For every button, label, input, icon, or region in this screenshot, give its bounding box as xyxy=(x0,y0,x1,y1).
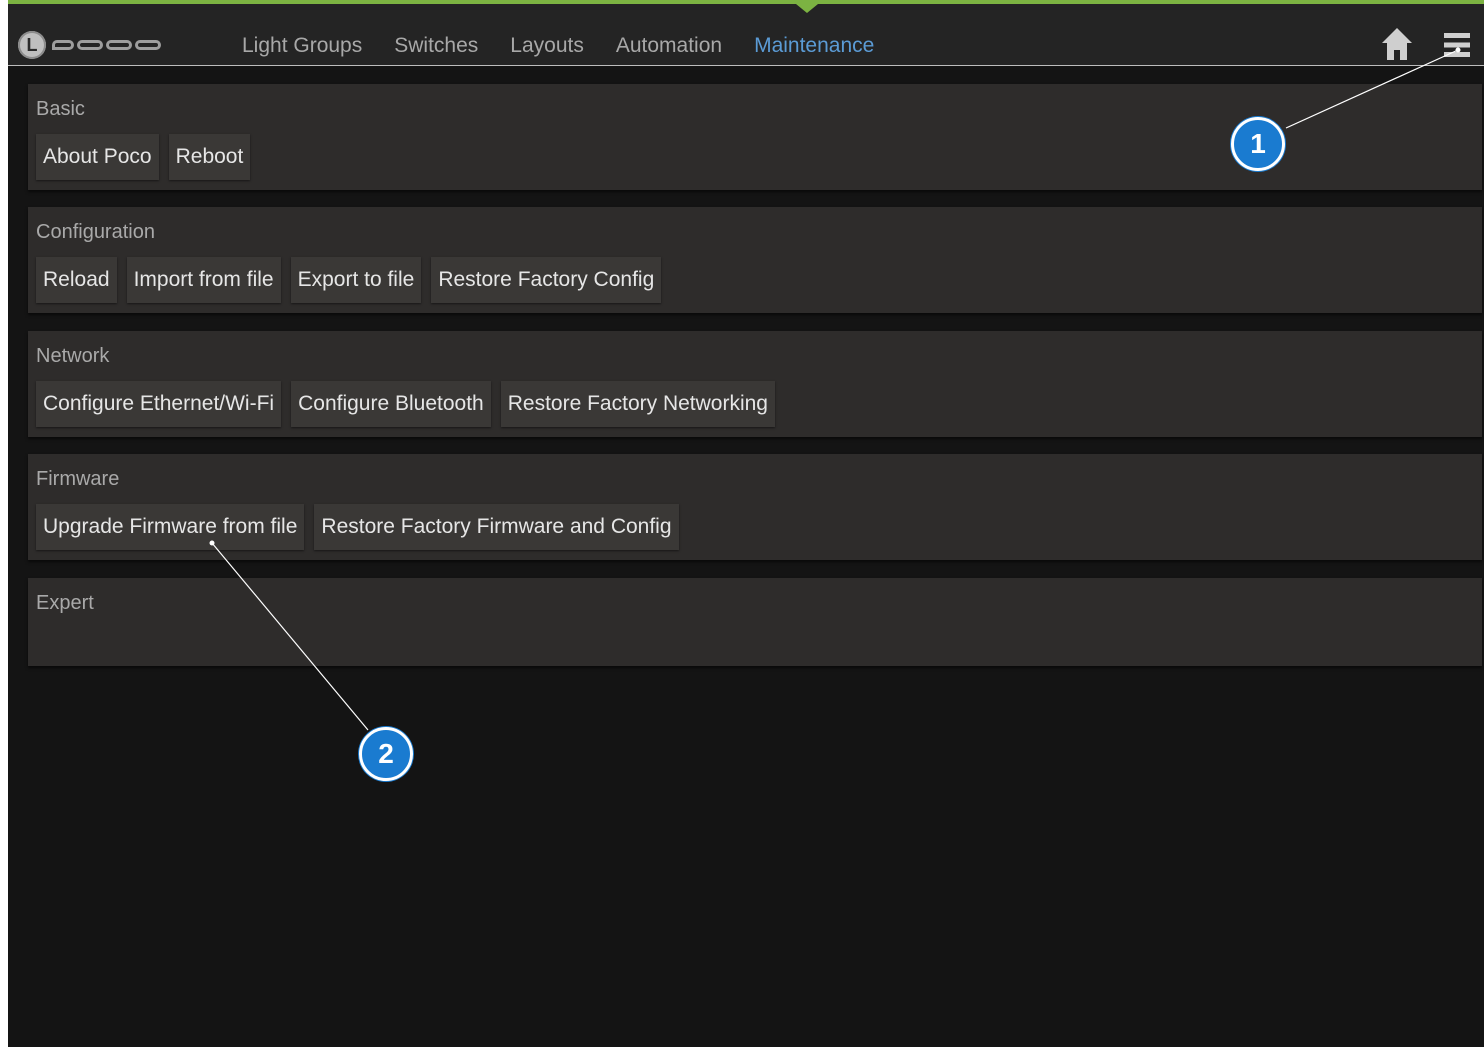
active-tab-indicator xyxy=(796,4,818,13)
configure-ethernet-wifi-button[interactable]: Configure Ethernet/Wi-Fi xyxy=(36,381,282,427)
upgrade-firmware-button[interactable]: Upgrade Firmware from file xyxy=(36,504,305,550)
about-poco-button[interactable]: About Poco xyxy=(36,134,159,180)
section-title: Firmware xyxy=(36,468,120,490)
tab-automation[interactable]: Automation xyxy=(600,32,738,62)
top-nav-bar: L Light Groups Switches Layouts Automati… xyxy=(8,0,1484,66)
section-title: Network xyxy=(36,345,110,367)
section-configuration: Configuration Reload Import from file Ex… xyxy=(28,207,1482,313)
logo-wordmark xyxy=(52,40,161,50)
section-network: Network Configure Ethernet/Wi-Fi Configu… xyxy=(28,331,1482,437)
main-nav: Light Groups Switches Layouts Automation… xyxy=(226,32,890,62)
tab-maintenance[interactable]: Maintenance xyxy=(738,32,890,62)
configure-bluetooth-button[interactable]: Configure Bluetooth xyxy=(291,381,491,427)
export-to-file-button[interactable]: Export to file xyxy=(290,257,422,303)
import-from-file-button[interactable]: Import from file xyxy=(126,257,281,303)
poco-logo: L xyxy=(18,28,161,62)
section-title: Expert xyxy=(36,592,94,614)
section-title: Basic xyxy=(36,98,85,120)
section-firmware: Firmware Upgrade Firmware from file Rest… xyxy=(28,454,1482,560)
tab-switches[interactable]: Switches xyxy=(378,32,494,62)
callout-badge-1: 1 xyxy=(1231,117,1285,171)
callout-badge-2: 2 xyxy=(359,727,413,781)
reboot-button[interactable]: Reboot xyxy=(168,134,251,180)
restore-factory-firmware-button[interactable]: Restore Factory Firmware and Config xyxy=(314,504,679,550)
section-title: Configuration xyxy=(36,221,155,243)
tab-light-groups[interactable]: Light Groups xyxy=(226,32,378,62)
restore-factory-config-button[interactable]: Restore Factory Config xyxy=(431,257,662,303)
hamburger-menu-icon[interactable] xyxy=(1440,30,1474,60)
section-expert: Expert xyxy=(28,578,1482,666)
restore-factory-networking-button[interactable]: Restore Factory Networking xyxy=(500,381,775,427)
tab-layouts[interactable]: Layouts xyxy=(494,32,600,62)
home-icon[interactable] xyxy=(1380,26,1414,62)
logo-mark: L xyxy=(18,31,46,59)
reload-button[interactable]: Reload xyxy=(36,257,117,303)
